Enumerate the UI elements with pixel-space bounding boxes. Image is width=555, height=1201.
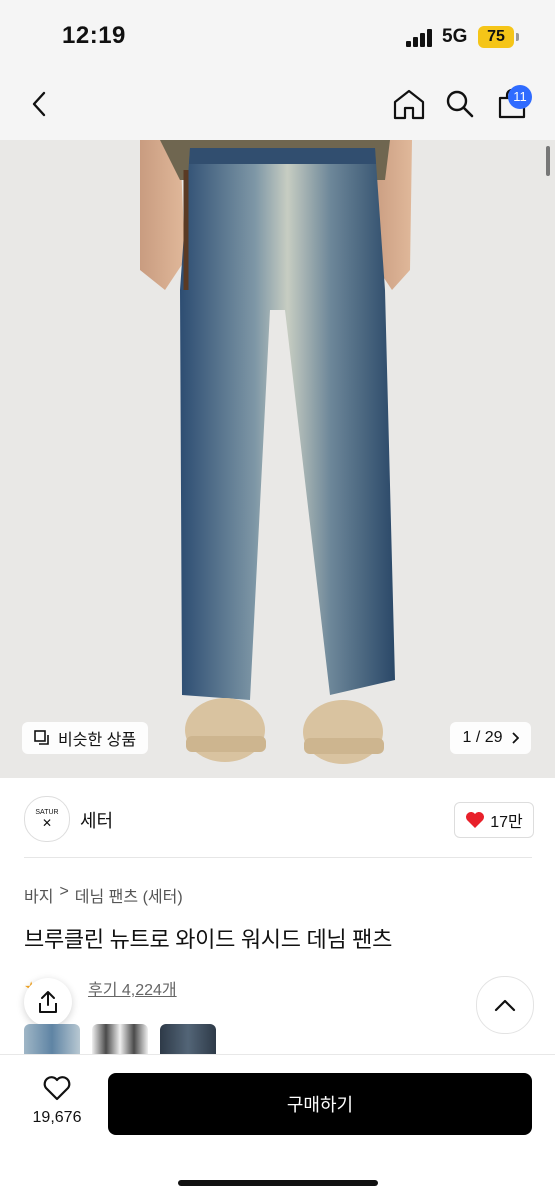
purchase-bar: 19,676 구매하기 [0, 1054, 555, 1201]
back-button[interactable] [20, 84, 60, 124]
chevron-up-icon [494, 999, 516, 1012]
copy-icon [34, 730, 49, 745]
thumbnail[interactable] [92, 1024, 148, 1056]
product-title: 브루클린 뉴트로 와이드 워시드 데님 팬츠 [24, 927, 393, 952]
home-icon [393, 89, 425, 120]
status-bar: 12:19 5G 75 [0, 0, 555, 70]
jeans-photo [0, 140, 555, 778]
thumbnail[interactable] [24, 1024, 80, 1056]
brand-name[interactable]: 세터 [80, 807, 113, 833]
wishlist-count: 19,676 [32, 1109, 82, 1126]
breadcrumb-item[interactable]: 바지 [24, 883, 53, 907]
chevron-left-icon [32, 91, 46, 117]
thumbnail-strip [24, 1024, 216, 1056]
buy-button[interactable]: 구매하기 [108, 1073, 532, 1135]
scroll-indicator[interactable] [546, 146, 550, 176]
home-button[interactable] [389, 84, 429, 124]
heart-filled-icon [466, 812, 485, 828]
breadcrumb: 바지 > 데님 팬츠 (세터) [24, 883, 183, 907]
brand-logo-text: SATUR [35, 808, 59, 816]
battery-icon: 75 [478, 26, 514, 48]
divider [24, 857, 532, 858]
heart-outline-icon [43, 1076, 71, 1101]
share-icon [39, 991, 57, 1013]
brand-logo[interactable]: SATUR ✕ [24, 796, 70, 842]
image-counter-button[interactable]: 1 / 29 [450, 722, 531, 754]
network-label: 5G [442, 26, 468, 47]
chevron-right-icon [511, 732, 519, 744]
search-button[interactable] [440, 84, 480, 124]
share-button[interactable] [24, 978, 72, 1026]
cart-count-badge: 11 [508, 85, 532, 109]
status-time: 12:19 [62, 22, 126, 49]
brand-row: SATUR ✕ 세터 17만 [0, 790, 555, 850]
scroll-top-button[interactable] [476, 976, 534, 1034]
battery-tip [516, 33, 519, 41]
signal-icon [406, 29, 434, 47]
thumbnail[interactable] [160, 1024, 216, 1056]
home-indicator[interactable] [178, 1180, 378, 1186]
search-icon [446, 90, 474, 118]
brand-logo-mark: ✕ [41, 815, 53, 830]
nav-bar [0, 70, 555, 140]
similar-products-label: 비슷한 상품 [58, 732, 137, 749]
like-count: 17만 [490, 814, 523, 831]
review-link[interactable]: 후기 4,224개 [88, 976, 177, 1000]
similar-products-button[interactable]: 비슷한 상품 [22, 722, 149, 754]
breadcrumb-separator: > [59, 883, 69, 900]
image-counter: 1 / 29 [462, 729, 503, 746]
wishlist-button[interactable]: 19,676 [20, 1075, 94, 1135]
product-image[interactable] [0, 140, 555, 778]
like-button[interactable]: 17만 [454, 802, 534, 838]
breadcrumb-item[interactable]: 데님 팬츠 (세터) [75, 883, 183, 907]
